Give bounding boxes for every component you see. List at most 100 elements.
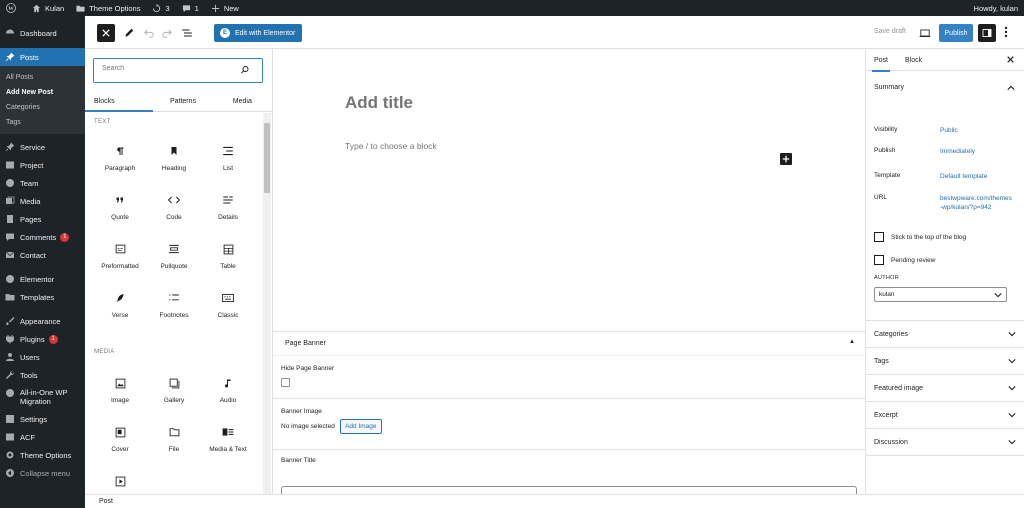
hide-banner-checkbox[interactable]: [281, 378, 290, 387]
template-value-link[interactable]: Default template: [940, 172, 1012, 181]
menu-collapse[interactable]: Collapse menu: [0, 464, 85, 482]
submenu-add-new-post[interactable]: Add New Post: [0, 85, 85, 100]
menu-contact[interactable]: Contact: [0, 246, 85, 264]
menu-acf[interactable]: ACF: [0, 428, 85, 446]
block-gallery[interactable]: Gallery: [146, 377, 202, 404]
block-list[interactable]: List: [200, 145, 256, 172]
author-select[interactable]: kulan: [874, 287, 1007, 302]
menu-elementor[interactable]: Elementor: [0, 270, 85, 288]
menu-templates[interactable]: Templates: [0, 288, 85, 306]
more-options-icon[interactable]: [1003, 26, 1009, 40]
menu-comments[interactable]: Comments 1: [0, 228, 85, 246]
menu-users[interactable]: Users: [0, 348, 85, 366]
save-draft-button[interactable]: Save draft: [874, 28, 906, 35]
menu-dashboard[interactable]: Dashboard: [0, 24, 85, 42]
block-code[interactable]: Code: [146, 194, 202, 221]
edit-with-elementor-button[interactable]: E Edit with Elementor: [214, 24, 302, 42]
visibility-value-link[interactable]: Public: [940, 126, 1012, 135]
block-file[interactable]: File: [146, 426, 202, 453]
block-quote[interactable]: Quote: [92, 194, 148, 221]
block-audio[interactable]: Audio: [200, 377, 256, 404]
paragraph-icon: [114, 145, 126, 157]
undo-icon[interactable]: [143, 27, 155, 39]
menu-settings[interactable]: Settings: [0, 410, 85, 428]
admin-bar-comments[interactable]: 1: [176, 0, 205, 16]
panel-discussion[interactable]: Discussion: [874, 429, 1016, 455]
menu-media[interactable]: Media: [0, 192, 85, 210]
block-classic[interactable]: Classic: [200, 292, 256, 319]
admin-bar-theme-options[interactable]: Theme Options: [70, 0, 146, 16]
publish-date-link[interactable]: Immediately: [940, 147, 1012, 156]
caret-up-icon[interactable]: ▲: [849, 339, 855, 345]
block-paragraph[interactable]: Paragraph: [92, 145, 148, 172]
menu-service[interactable]: Service: [0, 138, 85, 156]
close-inserter-button[interactable]: [97, 24, 115, 42]
inserter-search-box[interactable]: [93, 58, 263, 83]
panel-featured-image[interactable]: Featured image: [874, 375, 1016, 401]
tab-post[interactable]: Post: [871, 49, 891, 72]
tab-patterns[interactable]: Patterns: [153, 92, 212, 111]
block-footnotes[interactable]: Footnotes: [146, 292, 202, 319]
menu-theme-options[interactable]: Theme Options: [0, 446, 85, 464]
block-media-text[interactable]: Media & Text: [200, 426, 256, 453]
preview-icon[interactable]: [919, 27, 931, 39]
submenu-all-posts[interactable]: All Posts: [0, 70, 85, 85]
close-icon[interactable]: [1007, 55, 1014, 65]
inserter-scrollbar-thumb[interactable]: [264, 123, 270, 193]
block-details[interactable]: Details: [200, 194, 256, 221]
wordpress-logo-icon[interactable]: W: [0, 0, 26, 16]
block-cover[interactable]: Cover: [92, 426, 148, 453]
menu-project[interactable]: Project: [0, 156, 85, 174]
tab-blocks[interactable]: Blocks: [85, 92, 154, 112]
pending-checkbox-row[interactable]: Pending review: [874, 255, 1024, 265]
admin-bar-site-name[interactable]: Kulan: [26, 0, 70, 16]
panel-categories[interactable]: Categories: [874, 321, 1016, 347]
document-overview-icon[interactable]: [181, 27, 193, 39]
block-table[interactable]: Table: [200, 243, 256, 270]
menu-team[interactable]: Team: [0, 174, 85, 192]
tab-media[interactable]: Media: [213, 92, 272, 111]
chevron-up-icon[interactable]: [1007, 84, 1015, 94]
breadcrumb-post[interactable]: Post: [99, 498, 113, 505]
menu-appearance[interactable]: Appearance: [0, 312, 85, 330]
pending-checkbox[interactable]: [874, 255, 884, 265]
block-preformatted[interactable]: Preformatted: [92, 243, 148, 270]
admin-bar-updates[interactable]: 3: [146, 0, 175, 16]
block-verse[interactable]: Verse: [92, 292, 148, 319]
block-image[interactable]: Image: [92, 377, 148, 404]
inserter-scrollbar[interactable]: [263, 113, 271, 494]
panel-excerpt[interactable]: Excerpt: [874, 402, 1016, 428]
admin-bar-new[interactable]: New: [205, 0, 245, 16]
summary-panel-title[interactable]: Summary: [874, 84, 904, 91]
metabox-header[interactable]: Page Banner ▲: [273, 332, 865, 356]
publish-button[interactable]: Publish: [939, 24, 973, 42]
inserter-search-input[interactable]: [102, 65, 232, 72]
url-value-link[interactable]: bestwpware.com/themes-wp/kulan/?p=942: [940, 194, 1012, 212]
url-label: URL: [874, 194, 888, 201]
block-pullquote[interactable]: Pullquote: [146, 243, 202, 270]
tools-pen-icon[interactable]: [123, 27, 135, 39]
add-block-button[interactable]: [780, 153, 792, 165]
add-image-button[interactable]: Add Image: [340, 419, 382, 434]
redo-icon[interactable]: [161, 27, 173, 39]
inserter-tabs: Blocks Patterns Media: [85, 92, 272, 112]
menu-pages[interactable]: Pages: [0, 210, 85, 228]
submenu-tags[interactable]: Tags: [0, 115, 85, 130]
sticky-checkbox-row[interactable]: Stick to the top of the blog: [874, 232, 1024, 242]
banner-title-input[interactable]: [281, 486, 857, 494]
panel-tags[interactable]: Tags: [874, 348, 1016, 374]
post-title-input[interactable]: Add title: [345, 93, 413, 113]
block-heading[interactable]: Heading: [146, 145, 202, 172]
admin-bar-account[interactable]: Howdy, kulan: [968, 0, 1024, 16]
block-paragraph-label: Paragraph: [104, 165, 136, 172]
block-appender-hint[interactable]: Type / to choose a block: [345, 141, 437, 151]
submenu-categories[interactable]: Categories: [0, 100, 85, 115]
menu-posts[interactable]: Posts: [0, 48, 85, 66]
settings-sidebar-toggle[interactable]: [978, 24, 996, 42]
block-video[interactable]: [92, 475, 148, 494]
menu-plugins[interactable]: Plugins 1: [0, 330, 85, 348]
menu-migration[interactable]: All-in-One WP Migration: [0, 384, 85, 410]
menu-tools[interactable]: Tools: [0, 366, 85, 384]
sticky-checkbox[interactable]: [874, 232, 884, 242]
tab-block[interactable]: Block: [905, 49, 922, 71]
